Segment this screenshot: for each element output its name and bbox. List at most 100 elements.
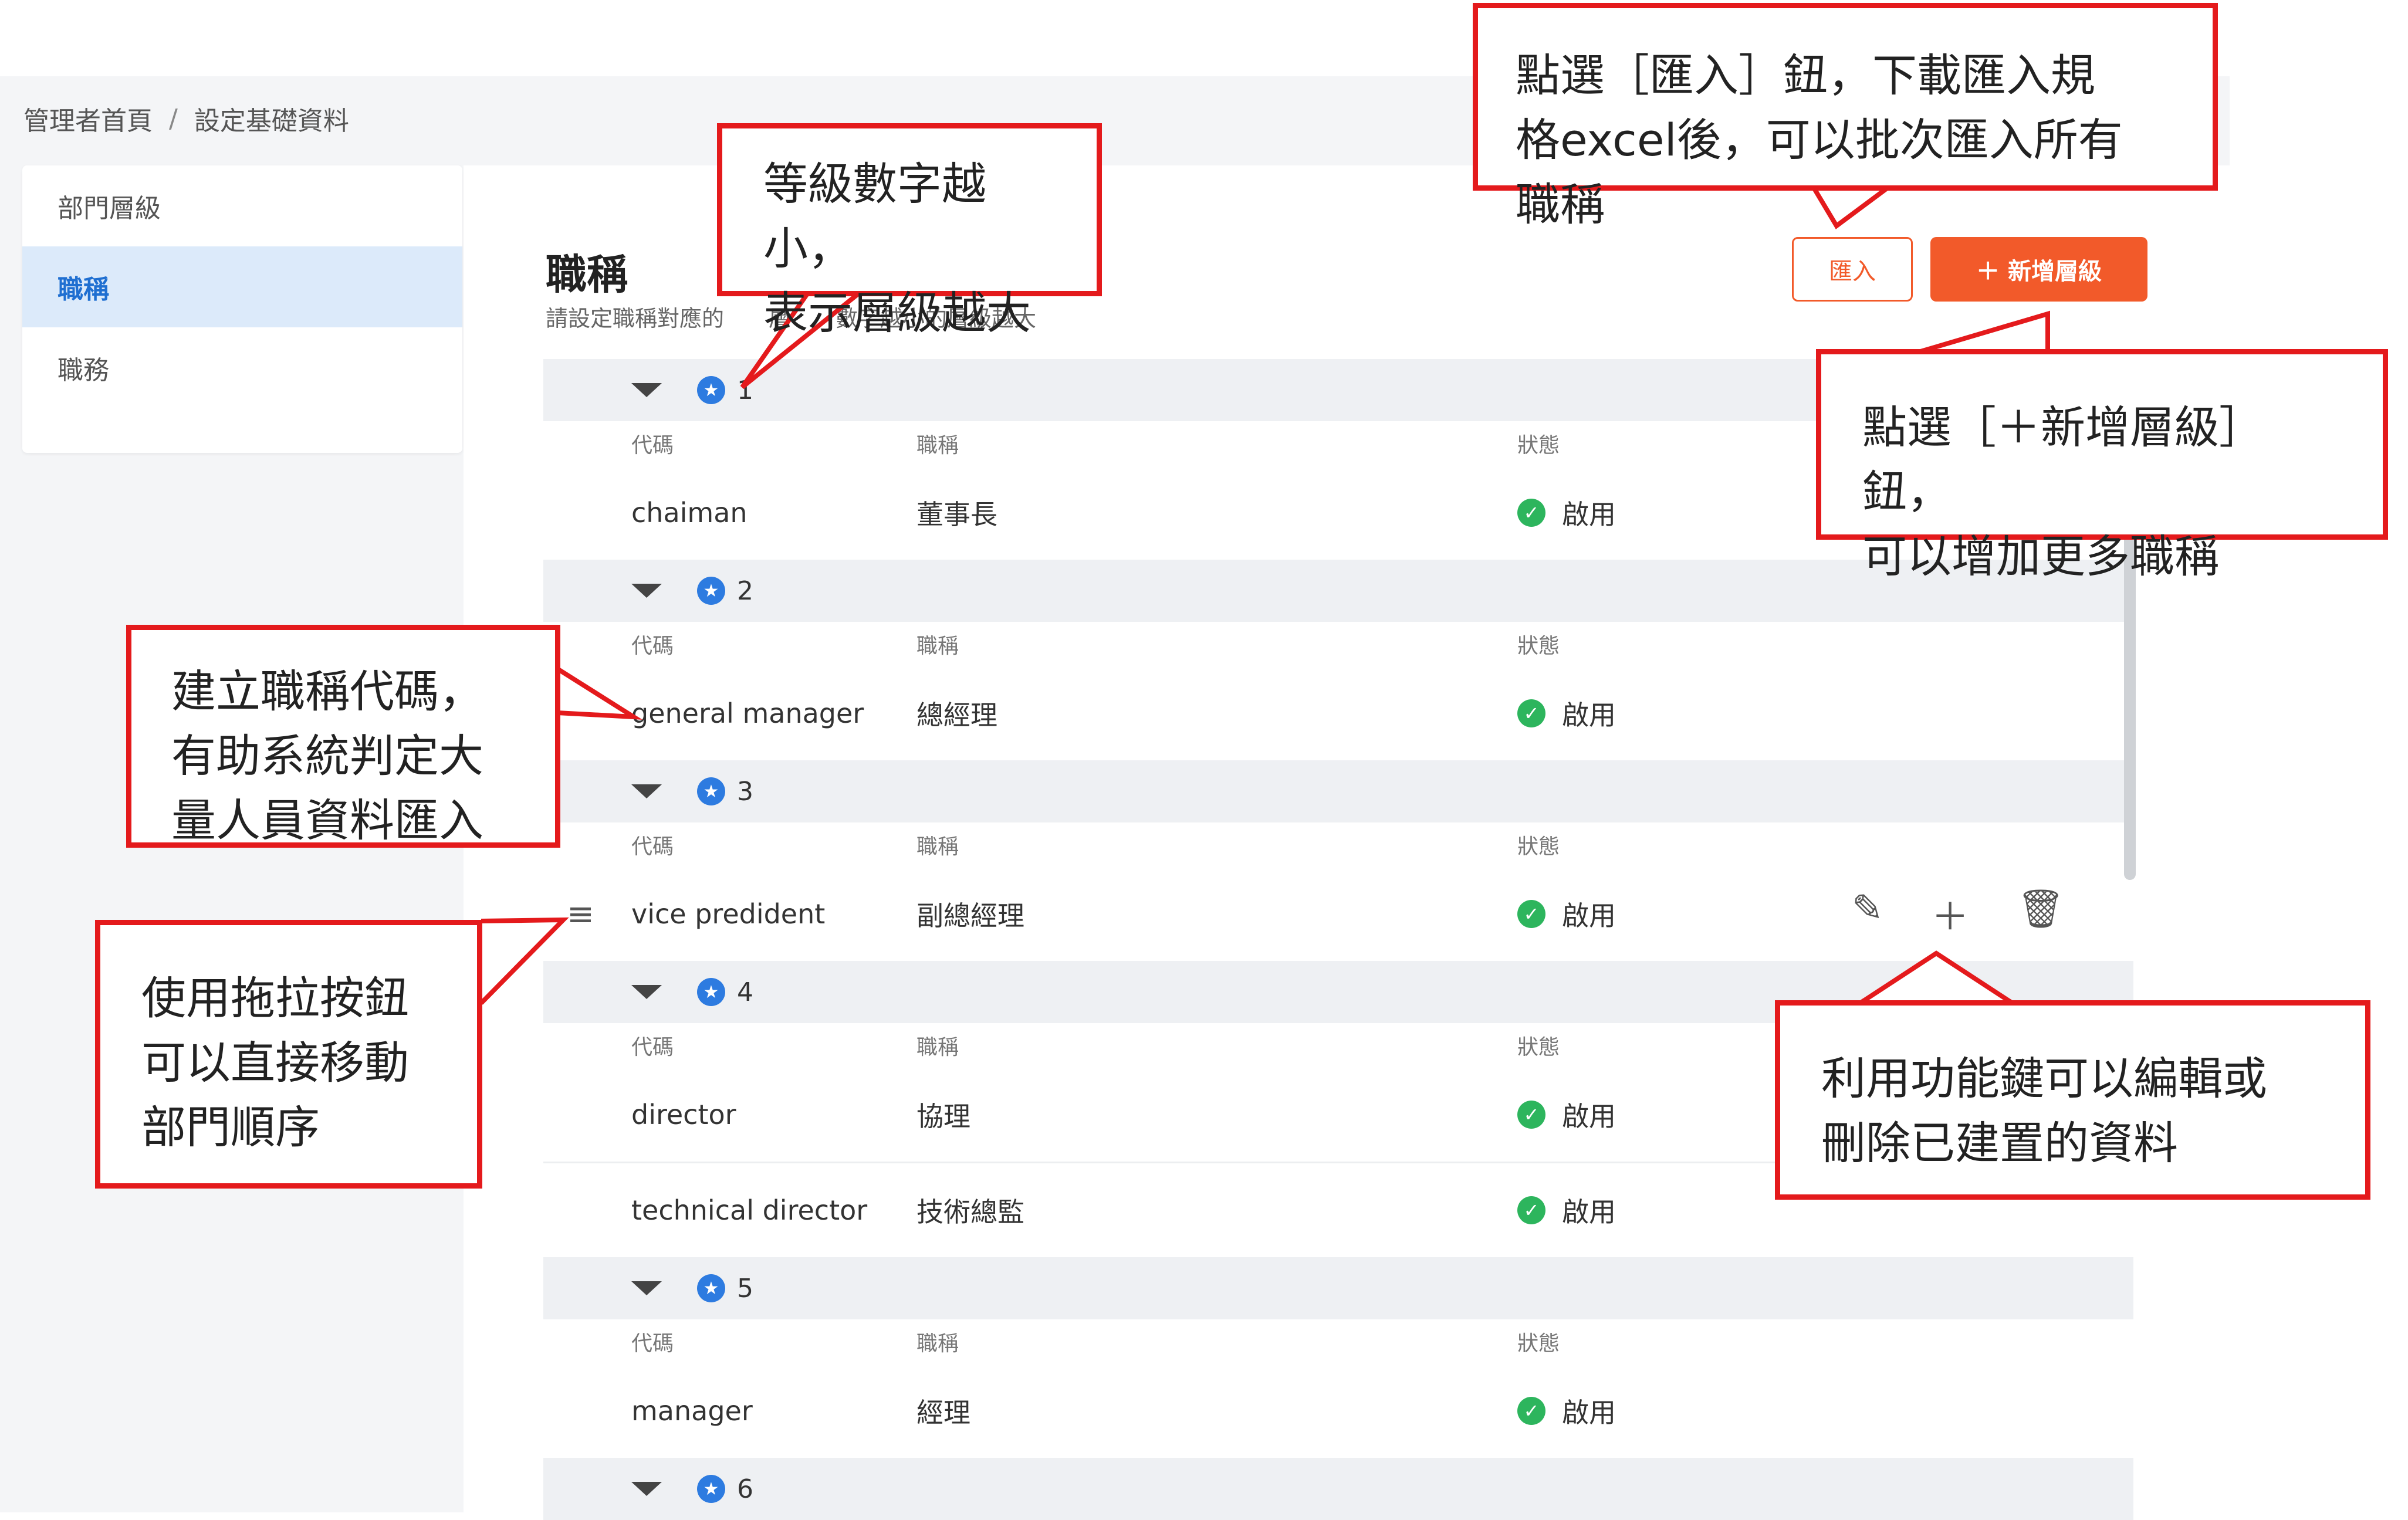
column-header-title: 職稱 <box>916 634 959 658</box>
check-circle-icon: ✓ <box>1517 499 1545 527</box>
callout-action-note: 利用功能鍵可以編輯或 刪除已建置的資料 <box>1775 1000 2370 1200</box>
callout-text: 點選［匯入］鈕，下載匯入規 格excel後，可以批次匯入所有 職稱 <box>1516 49 2123 231</box>
title-cell: 總經理 <box>916 699 997 731</box>
title-cell: 經理 <box>916 1397 970 1428</box>
star-icon: ★ <box>697 376 725 404</box>
column-header-status: 狀態 <box>1517 634 1560 658</box>
table-row[interactable]: manager 經理 ✓ 啟用 <box>543 1364 2133 1458</box>
column-header-code: 代碼 <box>631 434 674 458</box>
code-cell: general manager <box>631 698 864 729</box>
code-cell: vice predident <box>631 898 826 930</box>
callout-drag-note: 使用拖拉按鈕 可以直接移動 部門順序 <box>95 920 482 1189</box>
level-number: 4 <box>737 977 753 1007</box>
breadcrumb-home[interactable]: 管理者首頁 <box>23 100 153 137</box>
chevron-down-icon[interactable] <box>631 784 662 798</box>
column-header-title: 職稱 <box>916 1332 959 1356</box>
code-cell: technical director <box>631 1194 868 1226</box>
title-cell: 董事長 <box>916 499 997 530</box>
star-icon: ★ <box>697 1274 725 1302</box>
sidebar-item-positions[interactable]: 職務 <box>22 327 462 408</box>
check-circle-icon: ✓ <box>1517 1101 1545 1129</box>
trash-icon[interactable]: 🗑 <box>2017 887 2065 941</box>
sidebar-item-department-levels[interactable]: 部門層級 <box>22 165 462 246</box>
column-header-title: 職稱 <box>916 835 959 859</box>
level-number: 6 <box>737 1474 753 1504</box>
page-title: 職稱 <box>546 250 628 299</box>
column-header-row: 代碼 職稱 狀態 <box>543 622 2133 666</box>
star-icon: ★ <box>697 1475 725 1503</box>
status-label: 啟用 <box>1562 900 1616 932</box>
sidebar-item-label: 職稱 <box>58 275 109 304</box>
level-group-header[interactable]: ★ 6 <box>543 1458 2133 1520</box>
add-level-label: 新增層級 <box>2008 258 2102 285</box>
row-actions: ✎ ＋ 🗑 <box>1852 887 2065 941</box>
callout-code-note: 建立職稱代碼， 有助系統判定大 量人員資料匯入 <box>126 625 560 848</box>
chevron-down-icon[interactable] <box>631 1281 662 1295</box>
breadcrumb-current: 設定基礎資料 <box>194 106 349 136</box>
title-cell: 協理 <box>916 1101 970 1132</box>
callout-text: 利用功能鍵可以編輯或 刪除已建置的資料 <box>1821 1052 2267 1170</box>
sidebar-item-label: 部門層級 <box>58 194 161 224</box>
add-level-button[interactable]: ＋ 新增層級 <box>1930 237 2147 302</box>
callout-import-note: 點選［匯入］鈕，下載匯入規 格excel後，可以批次匯入所有 職稱 <box>1473 3 2218 231</box>
table-row[interactable]: ≡ vice predident 副總經理 ✓ 啟用 ✎ ＋ 🗑 <box>543 867 2133 961</box>
column-header-status: 狀態 <box>1517 1035 1560 1059</box>
column-header-status: 狀態 <box>1517 434 1560 458</box>
callout-text: 使用拖拉按鈕 可以直接移動 部門順序 <box>141 972 409 1154</box>
star-icon: ★ <box>697 577 725 605</box>
code-cell: director <box>631 1099 736 1130</box>
star-icon: ★ <box>697 978 725 1006</box>
callout-text: 等級數字越小， 表示層級越大 <box>763 158 1031 340</box>
sidebar: 部門層級 職稱 職務 <box>22 165 462 453</box>
plus-icon[interactable]: ＋ <box>1932 887 1969 941</box>
status-cell: ✓ 啟用 <box>1517 895 1616 933</box>
column-header-title: 職稱 <box>916 1035 959 1059</box>
level-number: 2 <box>737 575 753 606</box>
column-header-title: 職稱 <box>916 434 959 458</box>
callout-add-note: 點選［＋新增層級］鈕， 可以增加更多職稱 <box>1816 349 2388 583</box>
level-number: 1 <box>737 375 753 405</box>
callout-text: 點選［＋新增層級］鈕， 可以增加更多職稱 <box>1862 401 2264 583</box>
column-header-code: 代碼 <box>631 835 674 859</box>
edit-pencil-icon[interactable]: ✎ <box>1852 887 1883 941</box>
status-cell: ✓ 啟用 <box>1517 493 1616 532</box>
sidebar-item-label: 職務 <box>58 356 109 385</box>
chevron-down-icon[interactable] <box>631 383 662 397</box>
callout-text: 建立職稱代碼， 有助系統判定大 量人員資料匯入 <box>171 665 483 847</box>
chevron-down-icon[interactable] <box>631 1482 662 1496</box>
breadcrumb: 管理者首頁 / 設定基礎資料 <box>23 100 349 137</box>
level-group-header[interactable]: ★ 3 <box>543 760 2133 822</box>
column-header-code: 代碼 <box>631 1035 674 1059</box>
check-circle-icon: ✓ <box>1517 900 1545 928</box>
code-cell: manager <box>631 1395 753 1427</box>
title-cell: 技術總監 <box>916 1196 1024 1228</box>
import-button[interactable]: 匯入 <box>1792 237 1913 302</box>
status-label: 啟用 <box>1562 1196 1616 1228</box>
chevron-down-icon[interactable] <box>631 985 662 999</box>
drag-handle-icon[interactable]: ≡ <box>567 895 594 933</box>
breadcrumb-separator: / <box>169 103 178 134</box>
check-circle-icon: ✓ <box>1517 699 1545 727</box>
level-group-header[interactable]: ★ 5 <box>543 1257 2133 1319</box>
column-header-code: 代碼 <box>631 1332 674 1356</box>
column-header-status: 狀態 <box>1517 1332 1560 1356</box>
status-label: 啟用 <box>1562 1101 1616 1132</box>
column-header-code: 代碼 <box>631 634 674 658</box>
level-number: 3 <box>737 776 753 807</box>
chevron-down-icon[interactable] <box>631 584 662 598</box>
status-cell: ✓ 啟用 <box>1517 1191 1616 1230</box>
plus-icon: ＋ <box>1976 258 2000 285</box>
status-label: 啟用 <box>1562 499 1616 530</box>
column-header-row: 代碼 職稱 狀態 <box>543 1319 2133 1364</box>
column-header-row: 代碼 職稱 狀態 <box>543 822 2133 867</box>
status-cell: ✓ 啟用 <box>1517 1095 1616 1134</box>
star-icon: ★ <box>697 777 725 805</box>
status-cell: ✓ 啟用 <box>1517 694 1616 733</box>
status-label: 啟用 <box>1562 699 1616 731</box>
table-row[interactable]: general manager 總經理 ✓ 啟用 <box>543 666 2133 760</box>
check-circle-icon: ✓ <box>1517 1397 1545 1425</box>
title-cell: 副總經理 <box>916 900 1024 932</box>
callout-level-note: 等級數字越小， 表示層級越大 <box>717 123 1102 339</box>
sidebar-item-job-titles[interactable]: 職稱 <box>22 246 462 327</box>
level-number: 5 <box>737 1273 753 1304</box>
